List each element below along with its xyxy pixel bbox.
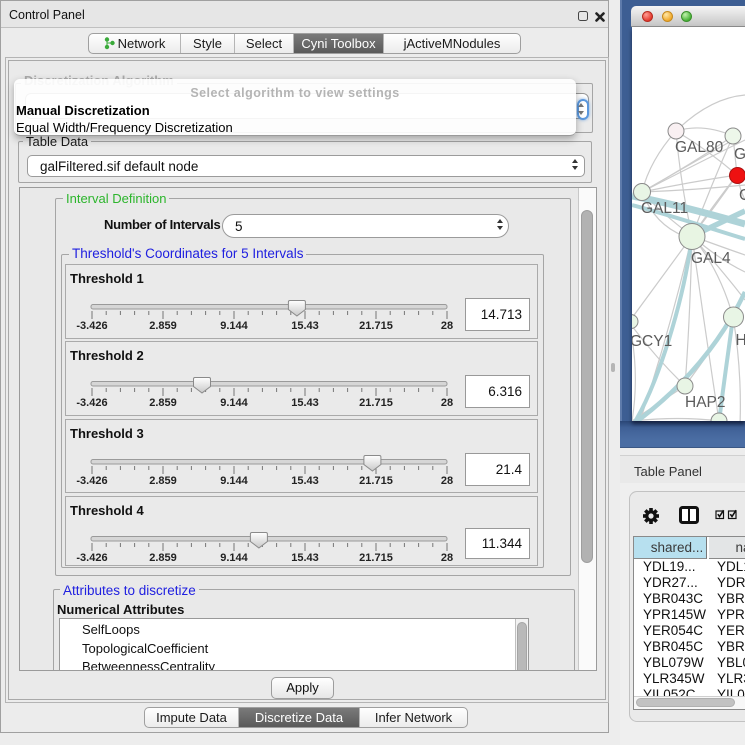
svg-text:GAL80: GAL80 (675, 139, 724, 156)
svg-text:GCY1: GCY1 (632, 333, 672, 350)
svg-text:GA: GA (739, 187, 745, 204)
svg-text:GAL11: GAL11 (641, 200, 688, 217)
svg-text:GA: GA (734, 146, 745, 163)
svg-text:HAP2: HAP2 (685, 394, 726, 411)
svg-text:GAL4: GAL4 (691, 250, 731, 267)
svg-text:HI: HI (736, 332, 745, 349)
